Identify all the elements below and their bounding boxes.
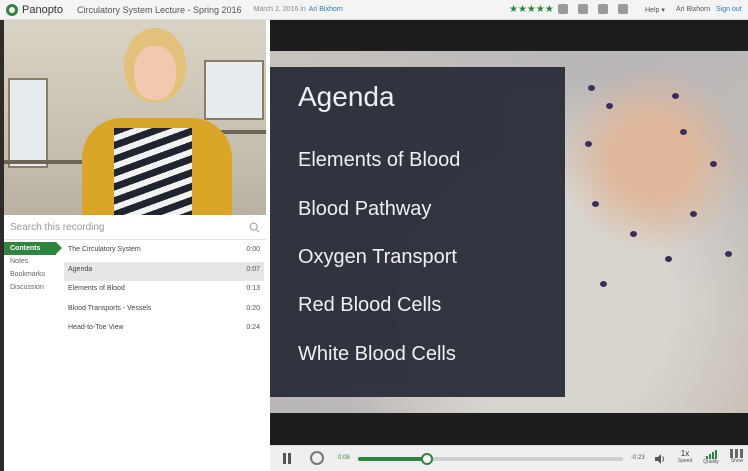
session-date: March 2, 2016 in xyxy=(253,6,306,13)
cell-dot xyxy=(600,281,607,287)
session-author-link[interactable]: Ari Bixhorn xyxy=(309,6,343,13)
agenda-item: Red Blood Cells xyxy=(298,294,442,316)
item-title: Blood Transports - Vessels xyxy=(68,304,152,312)
background-window xyxy=(8,78,48,168)
item-title: Elements of Blood xyxy=(68,285,125,292)
list-item[interactable]: The Circulatory System 0:00 xyxy=(64,242,264,262)
tab-contents[interactable]: Contents xyxy=(4,242,62,255)
agenda-item: Blood Pathway xyxy=(298,198,432,220)
rating-stars[interactable]: ★★★★★ xyxy=(509,4,554,15)
rewind-icon[interactable] xyxy=(310,451,324,465)
cell-dot xyxy=(585,141,592,147)
speed-value: 1x xyxy=(680,449,690,458)
tab-discussion[interactable]: Discussion xyxy=(4,281,62,294)
cell-dot xyxy=(606,103,613,109)
item-time: 0:07 xyxy=(246,265,260,273)
list-item[interactable]: Head-to-Toe View 0:24 xyxy=(64,320,264,340)
agenda-panel: Agenda Elements of Blood Blood Pathway O… xyxy=(270,67,565,397)
show-label: Show xyxy=(730,458,744,464)
layout-grid-icon xyxy=(730,449,744,458)
panopto-logo-icon xyxy=(6,3,18,16)
search-bar xyxy=(4,216,266,240)
tab-notes[interactable]: Notes xyxy=(4,255,62,268)
seek-bar[interactable] xyxy=(358,453,623,465)
item-title: Head-to-Toe View xyxy=(68,324,124,331)
cell-dot xyxy=(672,93,679,99)
toolbar-icons xyxy=(558,4,628,14)
tab-bookmarks[interactable]: Bookmarks xyxy=(4,268,62,281)
time-remaining: -0:23 xyxy=(631,455,645,461)
background-railing xyxy=(4,160,84,164)
cell-dot xyxy=(588,85,595,91)
sign-out-link[interactable]: Sign out xyxy=(716,6,742,13)
list-item[interactable]: Elements of Blood 0:13 xyxy=(64,281,264,301)
pause-button[interactable] xyxy=(280,452,294,465)
speed-control[interactable]: 1x Speed xyxy=(674,449,696,464)
item-time: 0:00 xyxy=(246,246,260,253)
edit-icon[interactable] xyxy=(618,4,628,14)
list-item[interactable]: Agenda 0:07 xyxy=(64,261,264,281)
item-title: The Circulatory System xyxy=(68,246,141,253)
top-bar: Panopto Circulatory System Lecture - Spr… xyxy=(0,0,748,20)
search-icon[interactable] xyxy=(249,222,260,233)
download-icon[interactable] xyxy=(558,4,568,14)
cell-dot xyxy=(665,256,672,262)
session-title: Circulatory System Lecture - Spring 2016 xyxy=(76,4,242,15)
share-users-icon[interactable] xyxy=(598,4,608,14)
logo-text: Panopto xyxy=(22,3,63,16)
cell-dot xyxy=(725,251,732,257)
quality-label: Quality xyxy=(703,459,719,465)
list-item[interactable]: Blood Transports - Vessels 0:20 xyxy=(64,301,264,321)
user-name: Ari Bixhorn xyxy=(676,6,711,13)
cell-dot xyxy=(592,201,599,207)
search-input[interactable] xyxy=(10,222,240,233)
background-window xyxy=(204,60,264,120)
presenter-shirt xyxy=(114,128,192,215)
item-title: Agenda xyxy=(68,265,93,273)
agenda-item: Oxygen Transport xyxy=(298,246,457,268)
item-time: 0:24 xyxy=(246,324,260,331)
cell-dot xyxy=(690,211,697,217)
cell-dot xyxy=(680,129,687,135)
player-controls: 0:08 -0:23 1x Speed Quality Show xyxy=(270,445,748,471)
cell-dot xyxy=(710,161,717,167)
seek-bar-thumb[interactable] xyxy=(420,453,433,465)
sidebar-tabs: Contents Notes Bookmarks Discussion xyxy=(4,242,62,294)
contents-list: The Circulatory System 0:00 Agenda 0:07 … xyxy=(64,242,264,340)
agenda-item: Elements of Blood xyxy=(298,149,461,171)
item-time: 0:13 xyxy=(246,285,260,292)
quality-bars-icon xyxy=(699,449,723,459)
logo[interactable]: Panopto xyxy=(6,3,63,16)
webcam-video[interactable] xyxy=(4,20,266,215)
help-menu[interactable]: Help ▾ xyxy=(645,6,665,14)
time-elapsed: 0:08 xyxy=(338,455,350,461)
item-time: 0:20 xyxy=(246,304,260,312)
speed-label: Speed xyxy=(677,458,693,464)
slide-view[interactable]: Agenda Elements of Blood Blood Pathway O… xyxy=(270,51,748,413)
seek-bar-fill xyxy=(358,457,427,461)
presenter-face xyxy=(134,46,176,100)
quality-control[interactable]: Quality xyxy=(699,449,723,465)
cell-dot xyxy=(630,231,637,237)
volume-icon[interactable] xyxy=(654,453,666,465)
slide-title: Agenda xyxy=(298,81,395,112)
agenda-item: White Blood Cells xyxy=(298,343,456,365)
show-control[interactable]: Show xyxy=(726,449,748,464)
settings-gear-icon[interactable] xyxy=(578,4,588,14)
